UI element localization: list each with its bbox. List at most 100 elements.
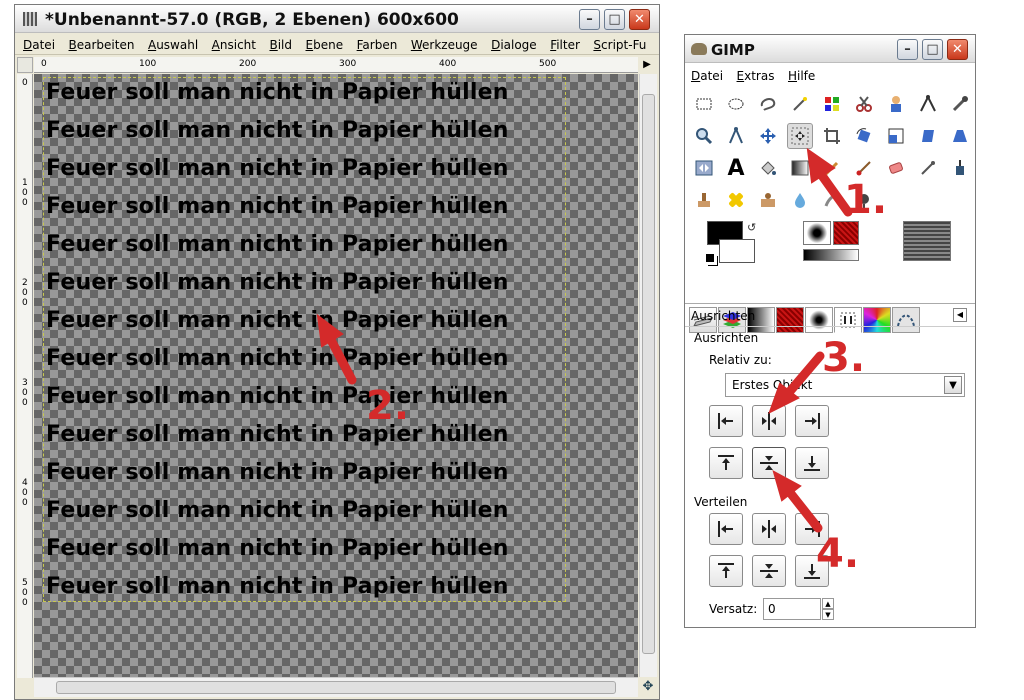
- perspective-clone-tool[interactable]: [755, 187, 781, 213]
- vertical-ruler[interactable]: 0 1 0 0 2 0 0 3 0 0 4 0 0 5 0 0: [17, 74, 33, 678]
- distribute-middles-horizontal-button[interactable]: [752, 555, 786, 587]
- default-colors-icon[interactable]: [705, 253, 715, 263]
- measure-tool[interactable]: [723, 123, 749, 149]
- menu-datei[interactable]: Datei: [15, 35, 60, 52]
- zoom-tool[interactable]: [691, 123, 717, 149]
- ruler-v-label: 2 0 0: [22, 278, 28, 308]
- panel-title: Ausrichten: [691, 309, 756, 323]
- align-center-vertical-axis-button[interactable]: [752, 405, 786, 437]
- free-select-tool[interactable]: [755, 91, 781, 117]
- background-color-swatch[interactable]: [719, 239, 755, 263]
- menu-farben[interactable]: Farben: [352, 35, 403, 52]
- bucket-fill-tool[interactable]: [755, 155, 781, 181]
- text-tool[interactable]: A: [723, 155, 749, 181]
- distribute-centers-vertical-button[interactable]: [752, 513, 786, 545]
- horizontal-scroll-thumb[interactable]: [56, 681, 616, 694]
- paths-tool[interactable]: [915, 91, 941, 117]
- toolbox-titlebar[interactable]: GIMP – □ ✕: [685, 35, 975, 63]
- text-layer-line: Feuer soll man nicht in Papier hüllen: [46, 156, 509, 181]
- text-layer-line: Feuer soll man nicht in Papier hüllen: [46, 422, 509, 447]
- align-bottom-edge-button[interactable]: [795, 447, 829, 479]
- fuzzy-select-tool[interactable]: [787, 91, 813, 117]
- tool-grid: A: [691, 91, 971, 215]
- maximize-button[interactable]: □: [604, 9, 625, 30]
- heal-tool[interactable]: [723, 187, 749, 213]
- pencil-tool[interactable]: [819, 155, 845, 181]
- menu-filter[interactable]: Filter: [545, 35, 585, 52]
- vertical-scroll-thumb[interactable]: [642, 94, 655, 654]
- horizontal-ruler[interactable]: 0 100 200 300 400 500: [34, 57, 638, 73]
- scale-tool[interactable]: [883, 123, 909, 149]
- perspective-tool[interactable]: [947, 123, 973, 149]
- gimp-logo-icon: [691, 43, 707, 55]
- blend-tool[interactable]: [787, 155, 813, 181]
- scissors-select-tool[interactable]: [851, 91, 877, 117]
- menu-werkzeuge[interactable]: Werkzeuge: [406, 35, 483, 52]
- brush-preview[interactable]: [803, 221, 831, 245]
- offset-decrement-icon[interactable]: ▼: [822, 609, 834, 620]
- gradient-preview[interactable]: [803, 249, 859, 261]
- foreground-select-tool[interactable]: [883, 91, 909, 117]
- offset-label: Versatz:: [709, 602, 758, 616]
- annotation-label-1: 1.: [844, 177, 888, 223]
- align-top-edge-button[interactable]: [709, 447, 743, 479]
- toolbox-menu-extras[interactable]: Extras: [732, 66, 780, 83]
- distribute-left-edges-button[interactable]: [709, 513, 743, 545]
- color-picker-tool[interactable]: [947, 91, 973, 117]
- toolbox-minimize-button[interactable]: –: [897, 39, 918, 60]
- ruler-v-label: 0: [22, 78, 28, 88]
- panel-menu-icon[interactable]: ◀: [953, 308, 967, 322]
- vertical-scrollbar[interactable]: [639, 74, 657, 677]
- blur-sharpen-tool[interactable]: [787, 187, 813, 213]
- align-middle-horizontal-axis-button[interactable]: [752, 447, 786, 479]
- chevron-down-icon[interactable]: ▼: [944, 376, 962, 394]
- horizontal-scrollbar[interactable]: [34, 677, 638, 697]
- close-button[interactable]: ✕: [629, 9, 650, 30]
- airbrush-tool[interactable]: [915, 155, 941, 181]
- menu-ansicht[interactable]: Ansicht: [207, 35, 261, 52]
- ruler-v-label: 5 0 0: [22, 578, 28, 608]
- menu-bild[interactable]: Bild: [264, 35, 297, 52]
- toolbox-menu-hilfe[interactable]: Hilfe: [783, 66, 820, 83]
- select-by-color-tool[interactable]: [819, 91, 845, 117]
- ruler-corner[interactable]: [17, 57, 33, 73]
- menu-bearbeiten[interactable]: Bearbeiten: [64, 35, 140, 52]
- image-canvas[interactable]: Feuer soll man nicht in Papier hüllen Feu…: [34, 74, 638, 677]
- rect-select-tool[interactable]: [691, 91, 717, 117]
- ink-tool[interactable]: [947, 155, 973, 181]
- shear-tool[interactable]: [915, 123, 941, 149]
- distribute-top-edges-button[interactable]: [709, 555, 743, 587]
- image-window-titlebar[interactable]: *Unbenannt-57.0 (RGB, 2 Ebenen) 600x600 …: [15, 5, 659, 33]
- align-tool[interactable]: [787, 123, 813, 149]
- toolbox-menu-datei[interactable]: Datei: [685, 66, 728, 83]
- ruler-menu-arrow[interactable]: ▶: [639, 57, 655, 73]
- clone-tool[interactable]: [691, 187, 717, 213]
- text-layer-line: Feuer soll man nicht in Papier hüllen: [46, 118, 509, 143]
- navigate-icon[interactable]: ✥: [639, 677, 657, 697]
- ellipse-select-tool[interactable]: [723, 91, 749, 117]
- active-image-preview[interactable]: [903, 221, 951, 261]
- move-tool[interactable]: [755, 123, 781, 149]
- menu-dialoge[interactable]: Dialoge: [486, 35, 542, 52]
- rotate-tool[interactable]: [851, 123, 877, 149]
- offset-spinbox[interactable]: 0: [763, 598, 821, 620]
- align-left-edge-button[interactable]: [709, 405, 743, 437]
- flip-tool[interactable]: [691, 155, 717, 181]
- menu-script-fu[interactable]: Script-Fu: [588, 35, 651, 52]
- smudge-tool[interactable]: [819, 187, 845, 213]
- ruler-h-label: 100: [139, 59, 157, 69]
- align-right-edge-button[interactable]: [795, 405, 829, 437]
- crop-tool[interactable]: [819, 123, 845, 149]
- text-layer-line: Feuer soll man nicht in Papier hüllen: [46, 536, 509, 561]
- pattern-preview[interactable]: [833, 221, 859, 245]
- text-layer[interactable]: Feuer soll man nicht in Papier hüllen Feu…: [40, 80, 620, 620]
- toolbox-close-button[interactable]: ✕: [947, 39, 968, 60]
- swap-colors-icon[interactable]: ↺: [747, 221, 756, 234]
- minimize-button[interactable]: –: [579, 9, 600, 30]
- menu-auswahl[interactable]: Auswahl: [143, 35, 203, 52]
- text-layer-line: Feuer soll man nicht in Papier hüllen: [46, 232, 509, 257]
- offset-increment-icon[interactable]: ▲: [822, 598, 834, 609]
- ruler-h-label: 400: [439, 59, 457, 69]
- menu-ebene[interactable]: Ebene: [301, 35, 349, 52]
- toolbox-maximize-button[interactable]: □: [922, 39, 943, 60]
